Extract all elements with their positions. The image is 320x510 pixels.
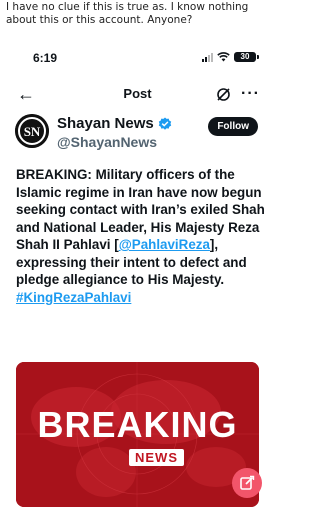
author-name[interactable]: Shayan News — [57, 115, 154, 132]
author-handle[interactable]: @ShayanNews — [57, 134, 157, 150]
tweet-media-image[interactable]: BREAKING NEWS — [16, 362, 259, 507]
wifi-icon — [217, 52, 230, 62]
avatar[interactable]: SN — [15, 114, 49, 148]
verified-badge-icon — [158, 117, 171, 130]
grok-icon[interactable] — [216, 87, 231, 102]
compose-icon — [240, 475, 255, 490]
battery-icon: 30 — [234, 52, 259, 62]
nav-actions: ··· — [216, 84, 260, 104]
breaking-headline: BREAKING — [37, 404, 238, 445]
follow-button[interactable]: Follow — [208, 117, 258, 136]
avatar-logo-icon: SN — [15, 114, 49, 148]
more-options-icon[interactable]: ··· — [241, 84, 260, 104]
phone-screenshot: 6:19 30 ← Post ··· SN Shayan News @Shaya… — [7, 40, 268, 510]
compose-button[interactable] — [232, 468, 262, 498]
tweet-text: BREAKING: Military officers of the Islam… — [16, 166, 268, 306]
svg-text:SN: SN — [24, 124, 41, 139]
mention-link[interactable]: @PahlaviReza — [119, 237, 210, 252]
news-label: NEWS — [129, 449, 184, 466]
top-nav: ← Post ··· — [7, 83, 268, 107]
author-name-row: Shayan News — [57, 115, 172, 132]
status-time: 6:19 — [33, 51, 58, 65]
post-caption: I have no clue if this is true as. I kno… — [6, 1, 249, 26]
author-row: SN Shayan News @ShayanNews Follow — [15, 113, 260, 153]
signal-icon — [202, 52, 213, 62]
status-bar: 6:19 30 — [7, 48, 268, 66]
status-icons: 30 — [202, 52, 259, 62]
hashtag-link[interactable]: #KingRezaPahlavi — [16, 290, 131, 305]
